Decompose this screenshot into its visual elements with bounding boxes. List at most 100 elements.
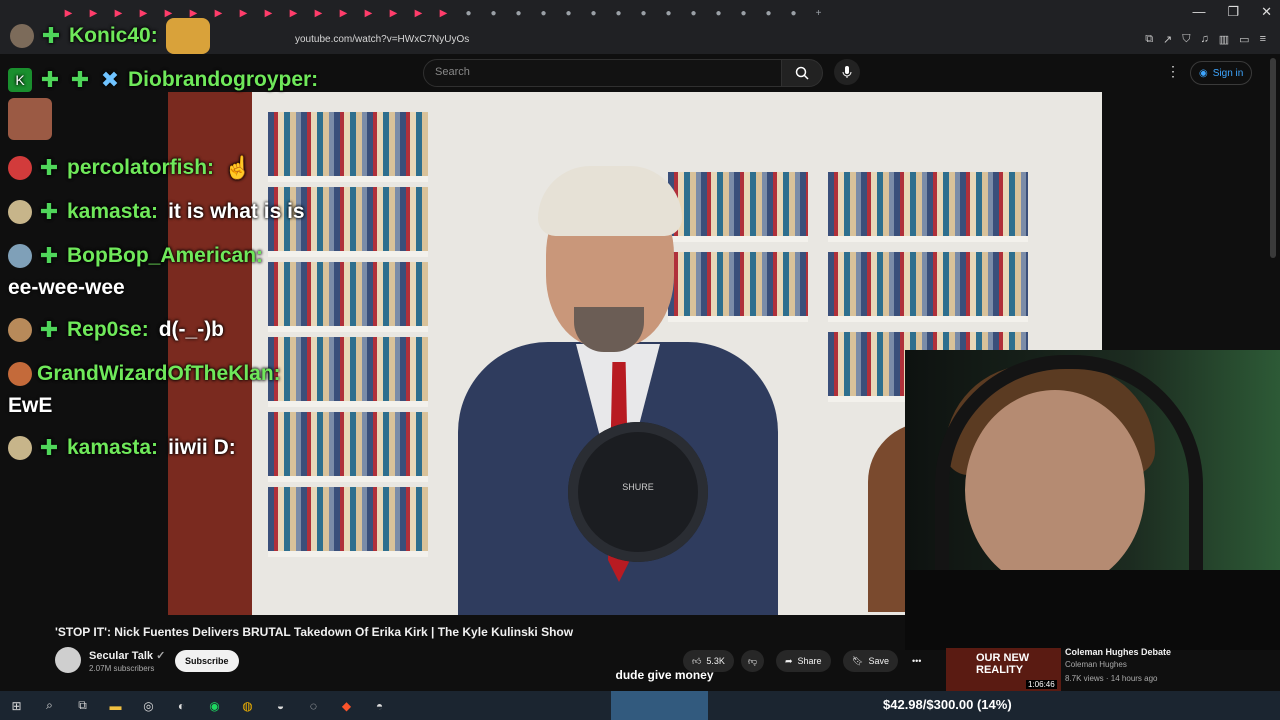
recommended-meta: 8.7K views · 14 hours ago [1065,674,1158,683]
tab-favicon-icon[interactable]: ▶ [435,5,452,22]
subscribe-button[interactable]: Subscribe [175,650,239,672]
avatar [8,200,32,224]
task-view-icon[interactable]: ⧉ [72,695,93,716]
more-actions-button[interactable]: ••• [903,650,930,672]
emote-icon [165,18,210,54]
thumbnail-text: OUR NEW REALITY [976,652,1030,676]
taskbar-icons: ⊞ ⌕ ⧉ ▬ ◎ ◐ ◉ ◍ ◒ ◌ ◆ ◓ [6,695,390,716]
tab-favicon-icon[interactable]: ● [635,5,652,22]
channel-avatar[interactable] [55,647,81,673]
chat-text: it is what is is [168,200,305,223]
close-window-button[interactable]: ✕ [1261,4,1272,20]
tab-favicon-icon[interactable]: ● [585,5,602,22]
settings-menu-icon[interactable]: ⋮ [1166,63,1180,80]
app-icon[interactable]: ◓ [369,695,390,716]
share-label: Share [797,656,822,666]
scrollbar[interactable] [1270,58,1276,258]
search-input[interactable]: Search [423,59,783,87]
spotify-icon[interactable]: ◉ [204,695,225,716]
sub-badge-icon: ✚ [41,23,61,48]
tab-favicon-icon[interactable]: ▶ [335,5,352,22]
minimize-button[interactable]: — [1192,4,1205,20]
chat-message: ✚ Rep0se: d(-_-)b [8,317,225,342]
search-icon[interactable]: ⌕ [39,695,60,716]
channel-name-text: Secular Talk [89,650,153,662]
sub-badge-icon: ✚ [70,67,90,92]
discord-icon[interactable]: ◐ [171,695,192,716]
streamer-shirt [905,570,1280,650]
share-button[interactable]: ➦ Share [776,650,831,672]
avatar [8,244,32,268]
sign-in-button[interactable]: ◉ Sign in [1190,61,1253,85]
tab-favicon-icon[interactable]: ● [535,5,552,22]
account-icon: ◉ [1199,67,1208,79]
music-icon[interactable]: ♫ [1201,33,1209,46]
chat-text: d(-_-)b [158,318,225,341]
obs-icon[interactable]: ◎ [138,695,159,716]
tab-favicon-icon[interactable]: ● [460,5,477,22]
chat-username: percolatorfish: [67,156,215,179]
steam-icon[interactable]: ◒ [270,695,291,716]
kick-icon: K [8,68,32,92]
app-icon[interactable]: ◌ [303,695,324,716]
recommended-title[interactable]: Coleman Hughes Debate [1065,647,1171,657]
dislike-button[interactable]: 👎︎ [741,650,765,672]
start-icon[interactable]: ⊞ [6,695,27,716]
like-count: 5.3K [706,656,725,666]
chat-text: iiwii D: [168,436,236,459]
sub-badge-icon: ✚ [40,67,60,92]
subscriber-count: 2.07M subscribers [89,664,155,673]
chat-username: BopBop_American: [67,244,264,267]
tab-favicon-icon[interactable]: ▶ [360,5,377,22]
sub-badge-icon: ✚ [39,155,59,180]
chat-username: Diobrandogroyper: [128,68,319,91]
chat-username: Konic40: [69,24,158,47]
tab-favicon-icon[interactable]: ▶ [410,5,427,22]
extension-icon[interactable]: ⧉ [1145,33,1153,46]
avatar [8,156,32,180]
caption-overlay: dude give money [615,668,714,682]
avatar [8,362,32,386]
tab-favicon-icon[interactable]: ● [760,5,777,22]
mic-brand-label: SHURE [622,482,654,492]
save-label: Save [868,656,889,666]
save-button[interactable]: 🔖︎ Save [843,650,898,672]
tab-favicon-icon[interactable]: ● [560,5,577,22]
sidebar-icon[interactable]: ▥ [1219,33,1229,46]
maximize-button[interactable]: ❐ [1227,4,1239,20]
browser-toolbar: ⧉ ↗ ⛉ ♫ ▥ ▭ ≡ [1145,33,1266,46]
tab-favicon-icon[interactable]: ● [785,5,802,22]
voice-search-button[interactable] [834,59,860,85]
shield-icon[interactable]: ⛉ [1182,33,1190,46]
search-placeholder: Search [435,66,470,78]
tab-favicon-icon[interactable]: ● [660,5,677,22]
tab-favicon-icon[interactable]: ● [510,5,527,22]
avatar [8,436,32,460]
emote-icon [8,98,52,140]
tab-favicon-icon[interactable]: ● [710,5,727,22]
sub-badge-icon: ✚ [39,243,59,268]
chat-overlay: ✚ Konic40: K ✚ ✚ ✖ Diobrandogroyper: ✚ p… [0,0,330,620]
recommended-channel[interactable]: Coleman Hughes [1065,660,1127,669]
tab-favicon-icon[interactable]: ● [685,5,702,22]
chat-emote-row [8,98,52,140]
thumbs-down-icon: 👎︎ [748,655,758,666]
sub-badge-icon: ✚ [39,435,59,460]
tab-favicon-icon[interactable]: ● [485,5,502,22]
menu-icon[interactable]: ≡ [1260,33,1266,46]
tab-favicon-icon[interactable]: ● [610,5,627,22]
brave-icon[interactable]: ◆ [336,695,357,716]
file-explorer-icon[interactable]: ▬ [105,695,126,716]
wallet-icon[interactable]: ▭ [1239,33,1249,46]
chrome-icon[interactable]: ◍ [237,695,258,716]
channel-name[interactable]: Secular Talk ✓ [89,649,165,662]
share-page-icon[interactable]: ↗ [1163,33,1172,46]
tab-favicon-icon[interactable]: ● [735,5,752,22]
tab-favicon-icon[interactable]: ▶ [385,5,402,22]
donation-goal: $42.98/$300.00 (14%) [883,697,1012,712]
search-button[interactable] [781,59,823,87]
avatar [8,318,32,342]
window-controls: — ❐ ✕ [1192,4,1272,20]
thumbs-up-icon: 👍︎ [692,655,702,666]
new-tab-button[interactable]: + [810,5,827,22]
